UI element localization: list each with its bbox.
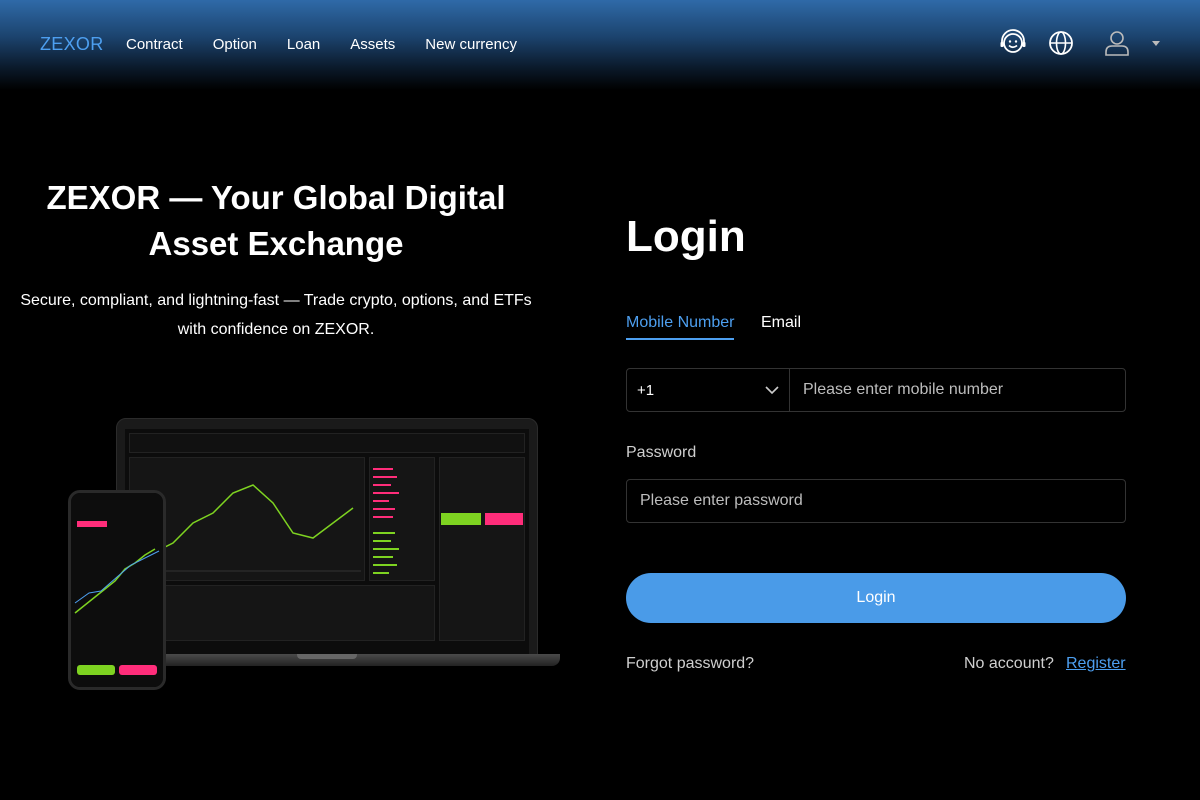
support-icon[interactable] (998, 28, 1028, 58)
top-nav-bar: ZEXOR Contract Option Loan Assets New cu… (0, 0, 1200, 90)
forgot-password-link[interactable]: Forgot password? (626, 655, 754, 673)
user-icon[interactable] (1102, 28, 1132, 58)
password-field-group (626, 479, 1126, 523)
caret-down-icon[interactable] (1152, 40, 1160, 46)
brand-logo[interactable]: ZEXOR (40, 34, 104, 55)
nav-loan[interactable]: Loan (287, 36, 320, 53)
country-code-value: +1 (637, 381, 655, 399)
laptop-mockup (116, 418, 538, 656)
laptop-base (112, 654, 560, 666)
tab-email[interactable]: Email (761, 314, 801, 338)
main-nav: Contract Option Loan Assets New currency (126, 36, 517, 53)
hero-title: ZEXOR — Your Global Digital Asset Exchan… (46, 179, 506, 262)
nav-option[interactable]: Option (213, 36, 257, 53)
phone-mockup (68, 490, 166, 690)
hero-subtitle: Secure, compliant, and lightning-fast — … (20, 292, 532, 338)
country-code-select[interactable]: +1 (627, 369, 790, 411)
password-input[interactable] (627, 480, 1125, 522)
nav-contract[interactable]: Contract (126, 36, 183, 53)
mobile-number-input[interactable] (790, 369, 1125, 411)
login-button[interactable]: Login (626, 573, 1126, 623)
no-account-text: No account? (964, 655, 1054, 672)
mobile-field-group: +1 (626, 368, 1126, 412)
header-actions (998, 28, 1160, 58)
globe-icon[interactable] (1046, 28, 1076, 58)
password-label: Password (626, 444, 697, 461)
laptop-screen (125, 429, 529, 655)
tab-mobile-number[interactable]: Mobile Number (626, 314, 735, 340)
nav-new-currency[interactable]: New currency (425, 36, 517, 53)
nav-assets[interactable]: Assets (350, 36, 395, 53)
chevron-down-icon (765, 382, 779, 399)
register-link[interactable]: Register (1066, 655, 1126, 673)
login-title: Login (626, 212, 746, 261)
